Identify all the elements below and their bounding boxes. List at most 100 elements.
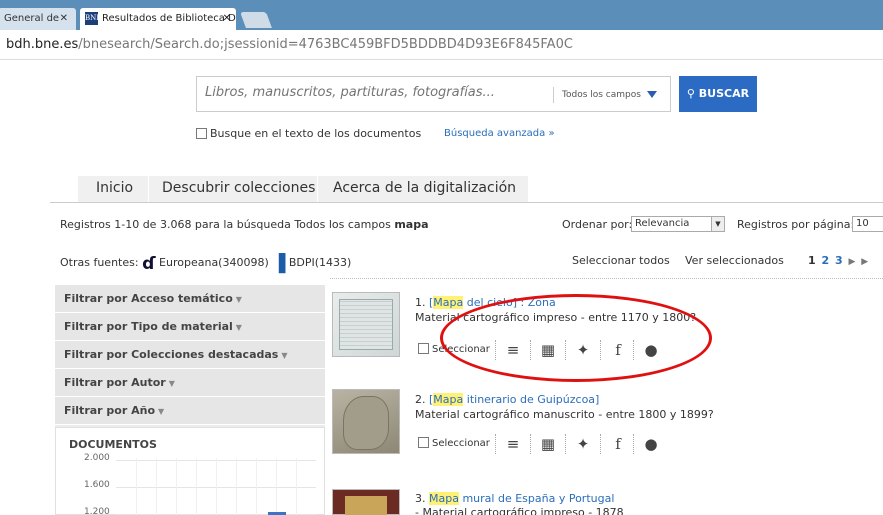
- query-term: mapa: [394, 218, 429, 231]
- result-title-1[interactable]: 1. [Mapa del cielo] : Zona: [415, 296, 556, 309]
- filter-autor[interactable]: Filtrar por Autor ▼: [55, 369, 325, 397]
- vgrid: [236, 458, 237, 515]
- divider: [565, 434, 566, 454]
- twitter-icon[interactable]: ✦: [568, 337, 598, 363]
- tab-descubrir-colecciones[interactable]: Descubrir colecciones: [162, 180, 315, 196]
- fulltext-option[interactable]: Busque en el texto de los documentos: [196, 127, 421, 140]
- page-1: 1: [808, 254, 817, 267]
- select-label: Seleccionar: [432, 438, 490, 449]
- facebook-icon[interactable]: f: [603, 337, 633, 363]
- fulltext-checkbox-label: Busque en el texto de los documentos: [210, 127, 422, 140]
- filter-label: Filtrar por Tipo de material: [64, 320, 233, 333]
- divider: [600, 340, 601, 360]
- new-tab-button[interactable]: [240, 12, 272, 28]
- vgrid: [136, 458, 137, 515]
- select-option[interactable]: Seleccionar: [418, 437, 490, 449]
- per-page-value: 10: [856, 218, 869, 229]
- search-button-label: BUSCAR: [698, 87, 750, 100]
- close-tab-icon[interactable]: ✕: [223, 8, 231, 30]
- result-thumbnail[interactable]: [332, 489, 400, 515]
- divider: [495, 340, 496, 360]
- view-image-icon[interactable]: ▦: [533, 431, 563, 457]
- result-actions: Seleccionar ≡ ▦ ✦ f ●: [418, 431, 678, 457]
- url-text[interactable]: bdh.bne.es/bnesearch/Search.do;jsessioni…: [6, 37, 573, 52]
- view-text-icon[interactable]: ≡: [498, 431, 528, 457]
- comment-icon[interactable]: ●: [636, 431, 666, 457]
- chevron-down-icon: ▼: [711, 217, 724, 231]
- last-page-icon[interactable]: ▶: [861, 257, 869, 267]
- result-thumbnail[interactable]: [332, 292, 400, 357]
- browser-tab-general[interactable]: General de ✕: [0, 8, 76, 30]
- chevron-down-icon: ▼: [158, 407, 165, 416]
- filter-sidebar: Filtrar por Acceso temático ▼ Filtrar por…: [55, 285, 325, 515]
- result-title-2[interactable]: 2. [Mapa itinerario de Guipúzcoa]: [415, 393, 599, 406]
- result-thumbnail[interactable]: [332, 389, 400, 454]
- per-page-select[interactable]: 10: [852, 216, 883, 232]
- result-number: 1.: [415, 296, 426, 309]
- filter-label: Filtrar por Colecciones destacadas: [64, 348, 279, 361]
- records-summary: Registros 1-10 de 3.068 para la búsqueda…: [60, 218, 429, 231]
- nav-divider: [317, 176, 318, 202]
- page-3[interactable]: 3: [835, 254, 844, 267]
- order-label: Ordenar por:: [562, 218, 633, 231]
- filter-acceso-tematico[interactable]: Filtrar por Acceso temático ▼: [55, 285, 325, 313]
- advanced-search-link[interactable]: Búsqueda avanzada »: [444, 128, 555, 139]
- y-tick-label: 2.000: [84, 453, 110, 463]
- highlighted-term: Mapa: [429, 492, 459, 505]
- divider: [530, 434, 531, 454]
- comment-icon[interactable]: ●: [636, 337, 666, 363]
- close-tab-icon[interactable]: ✕: [60, 8, 68, 30]
- filter-label: Filtrar por Año: [64, 404, 156, 417]
- result-title-3[interactable]: 3. Mapa mural de España y Portugal: [415, 492, 614, 505]
- select-checkbox[interactable]: [418, 343, 429, 354]
- nav-divider: [148, 176, 149, 202]
- bdpi-link[interactable]: BDPI(1433): [289, 256, 351, 269]
- url-path: /bnesearch/Search.do;jsessionid=4763BC45…: [78, 37, 573, 52]
- next-page-icon[interactable]: ▶: [849, 257, 857, 267]
- tab-acerca-digitalizacion[interactable]: Acerca de la digitalización: [333, 180, 516, 196]
- filter-tipo-material[interactable]: Filtrar por Tipo de material ▼: [55, 313, 325, 341]
- vgrid: [276, 458, 277, 515]
- browser-tab-active[interactable]: BNE Resultados de Biblioteca D ✕: [80, 8, 236, 30]
- filter-colecciones[interactable]: Filtrar por Colecciones destacadas ▼: [55, 341, 325, 369]
- search-button[interactable]: ⚲ BUSCAR: [679, 76, 757, 112]
- order-value: Relevancia: [635, 218, 690, 229]
- select-all-link[interactable]: Seleccionar todos: [572, 254, 670, 267]
- search-field-value: Todos los campos: [562, 90, 641, 100]
- result-title-text: del cielo] : Zona: [463, 296, 556, 309]
- dropdown-arrow-icon: [646, 91, 657, 98]
- divider: [633, 340, 634, 360]
- search-field-select[interactable]: Todos los campos: [553, 87, 657, 103]
- tab-inicio[interactable]: Inicio: [96, 180, 133, 196]
- facebook-icon[interactable]: f: [603, 431, 633, 457]
- browser-tab-bar: General de ✕ BNE Resultados de Bibliotec…: [0, 0, 883, 30]
- filter-ano[interactable]: Filtrar por Año ▼: [55, 397, 325, 425]
- view-selected-link[interactable]: Ver seleccionados: [685, 254, 784, 267]
- highlighted-term: Mapa: [433, 296, 464, 309]
- search-input[interactable]: [205, 85, 535, 100]
- select-option[interactable]: Seleccionar: [418, 343, 490, 355]
- fulltext-checkbox[interactable]: [196, 128, 207, 139]
- page-2[interactable]: 2: [822, 254, 831, 267]
- europeana-icon: ɗ: [142, 254, 156, 274]
- select-checkbox[interactable]: [418, 437, 429, 448]
- chevron-down-icon: ▼: [235, 323, 242, 332]
- select-label: Seleccionar: [432, 344, 490, 355]
- chevron-down-icon: ▼: [235, 295, 242, 304]
- other-sources-label: Otras fuentes:: [60, 256, 139, 269]
- result-title-text: mural de España y Portugal: [458, 492, 615, 505]
- divider: [600, 434, 601, 454]
- view-image-icon[interactable]: ▦: [533, 337, 563, 363]
- order-select[interactable]: Relevancia ▼: [631, 216, 725, 232]
- vgrid: [216, 458, 217, 515]
- twitter-icon[interactable]: ✦: [568, 431, 598, 457]
- filter-label: Filtrar por Autor: [64, 376, 166, 389]
- result-description: Material cartográfico impreso - entre 11…: [415, 311, 697, 324]
- nav-underline: [50, 202, 883, 203]
- europeana-link[interactable]: Europeana(340098): [159, 256, 269, 269]
- vgrid: [196, 458, 197, 515]
- y-tick-label: 1.600: [84, 480, 110, 490]
- pagination: 1 2 3 ▶ ▶: [808, 254, 869, 267]
- view-text-icon[interactable]: ≡: [498, 337, 528, 363]
- address-bar[interactable]: bdh.bne.es/bnesearch/Search.do;jsessioni…: [0, 30, 883, 60]
